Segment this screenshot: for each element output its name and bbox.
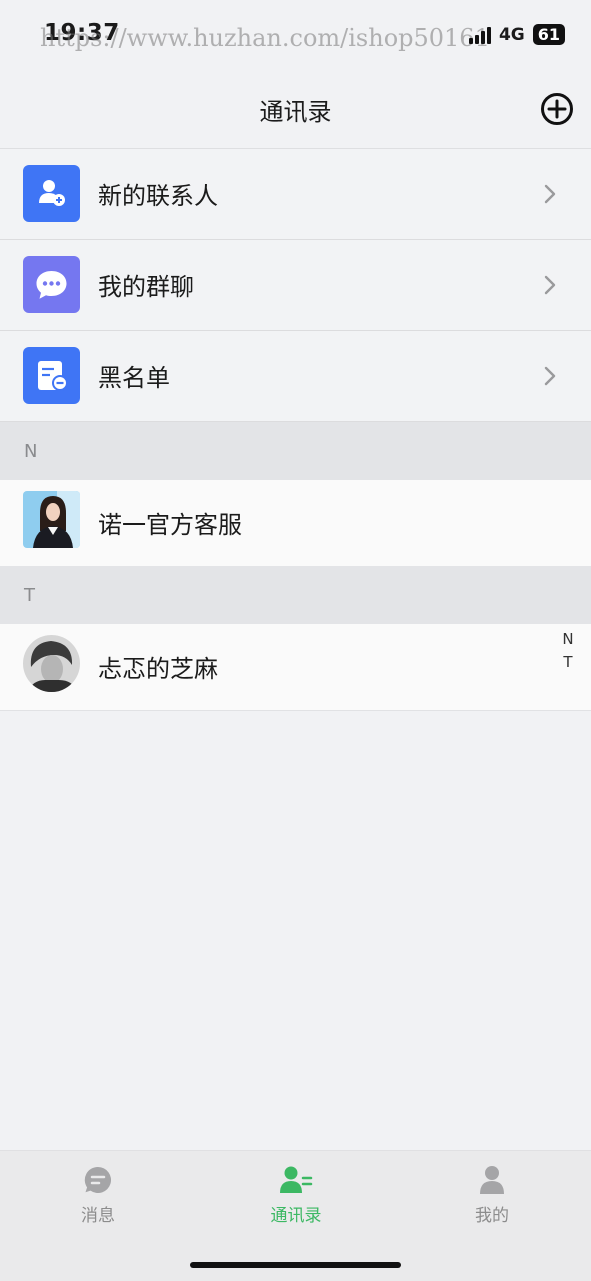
section-header-t: T: [0, 566, 591, 624]
tab-messages[interactable]: 消息: [38, 1165, 158, 1226]
home-indicator: [190, 1262, 401, 1268]
chat-bubble-icon: [23, 256, 80, 313]
blacklist-label: 黑名单: [98, 364, 170, 392]
nav-bar: 通讯录: [0, 70, 591, 149]
my-groups-label: 我的群聊: [98, 273, 194, 301]
section-letter: N: [24, 441, 38, 462]
signal-icon: [468, 26, 491, 44]
add-contact-icon: [23, 165, 80, 222]
new-contacts-row[interactable]: 新的联系人: [0, 149, 591, 240]
watermark-text: https://www.huzhan.com/ishop50161: [40, 24, 490, 52]
customer-service-avatar: [23, 491, 80, 548]
contact-row[interactable]: 忐忑的芝麻: [0, 624, 591, 711]
tab-contacts[interactable]: 通讯录: [236, 1165, 356, 1226]
tab-profile[interactable]: 我的: [432, 1165, 552, 1226]
blacklist-row[interactable]: 黑名单: [0, 331, 591, 422]
chevron-right-icon: [544, 184, 556, 204]
status-indicators: 4G 61: [468, 24, 565, 45]
contact-row[interactable]: 诺一官方客服: [0, 480, 591, 567]
network-type: 4G: [498, 24, 525, 45]
index-letter-n[interactable]: N: [561, 628, 575, 651]
message-icon: [84, 1166, 112, 1193]
tab-label: 通讯录: [270, 1206, 322, 1226]
page-title: 通讯录: [259, 98, 332, 126]
new-contacts-label: 新的联系人: [98, 182, 218, 210]
contacts-icon: [280, 1166, 313, 1193]
plus-circle-icon[interactable]: [540, 92, 574, 126]
chevron-right-icon: [544, 275, 556, 295]
profile-icon: [480, 1166, 504, 1194]
my-groups-row[interactable]: 我的群聊: [0, 240, 591, 331]
chevron-right-icon: [544, 366, 556, 386]
blacklist-icon: [23, 347, 80, 404]
status-bar: 19:37 https://www.huzhan.com/ishop50161 …: [0, 0, 591, 70]
section-letter: T: [24, 585, 35, 606]
section-header-n: N: [0, 422, 591, 480]
contact-name: 忐忑的芝麻: [98, 655, 218, 683]
tab-bar: 消息 通讯录 我的: [0, 1150, 591, 1281]
battery-icon: 61: [532, 24, 565, 45]
tab-label: 我的: [475, 1206, 509, 1226]
alphabet-index[interactable]: N T: [561, 628, 575, 674]
tab-label: 消息: [81, 1206, 115, 1226]
contact-name: 诺一官方客服: [98, 511, 242, 539]
index-letter-t[interactable]: T: [561, 651, 575, 674]
user-avatar: [23, 635, 80, 692]
